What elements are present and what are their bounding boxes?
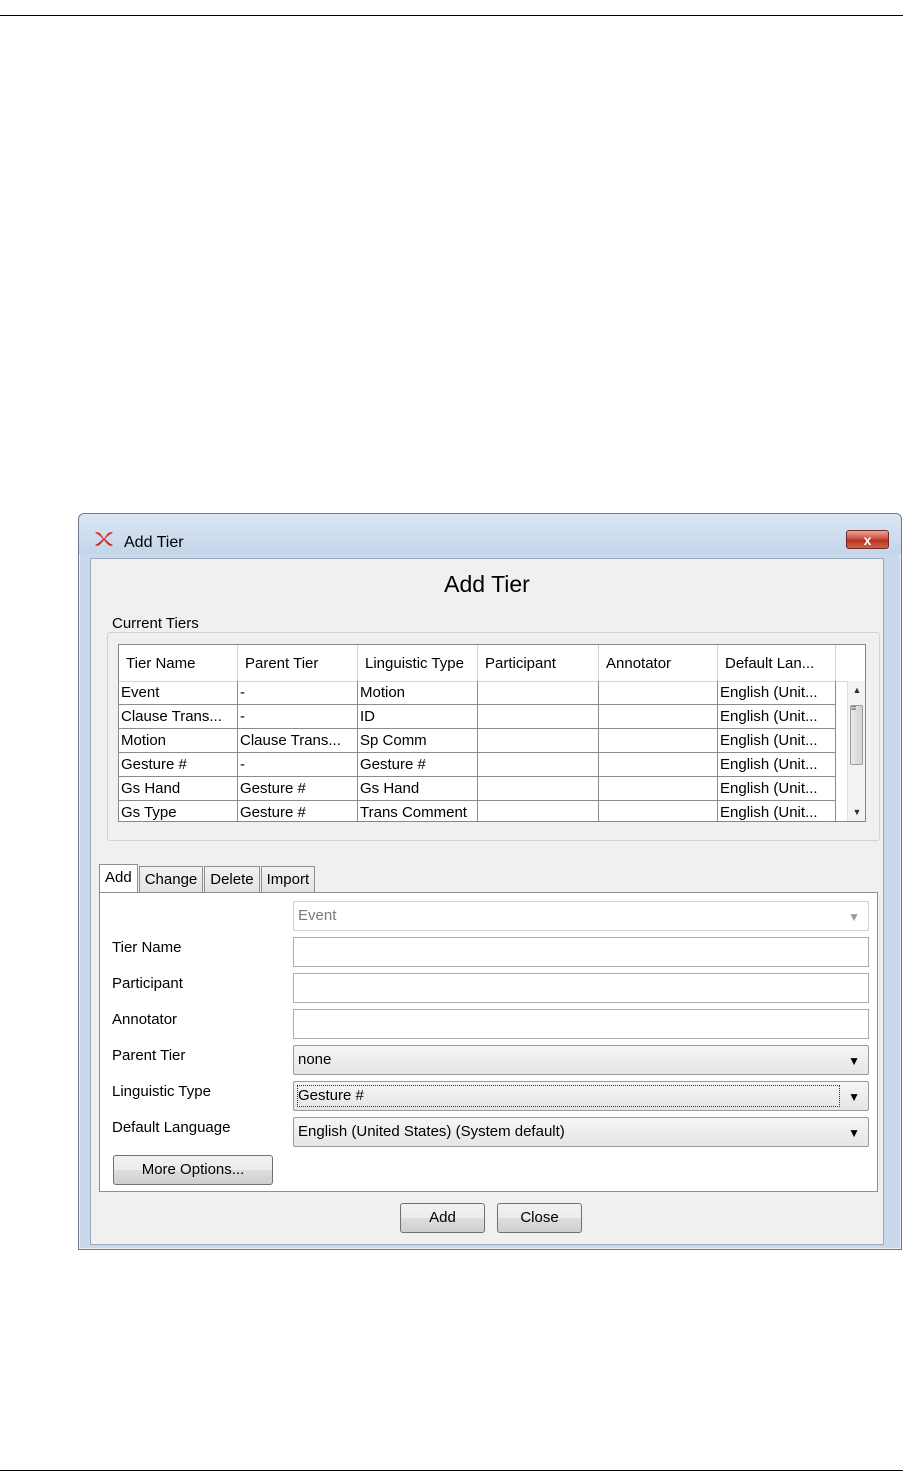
- table-cell[interactable]: Sp Comm: [358, 729, 478, 753]
- page-bottom-rule: [0, 1470, 903, 1471]
- chevron-down-icon: ▼: [848, 1126, 860, 1140]
- table-row[interactable]: Event - Motion English (Unit...: [119, 681, 847, 705]
- tab-delete[interactable]: Delete: [204, 866, 260, 892]
- table-cell[interactable]: [478, 777, 599, 801]
- scroll-up-arrow-icon[interactable]: ▲: [848, 681, 865, 699]
- tier-select-value: Event: [298, 907, 337, 924]
- close-button[interactable]: Close: [497, 1203, 582, 1233]
- chevron-down-icon: ▼: [848, 1090, 860, 1104]
- table-cell[interactable]: -: [238, 705, 358, 729]
- table-cell[interactable]: Trans Comment: [358, 801, 478, 821]
- table-cell[interactable]: [478, 705, 599, 729]
- column-header-linguistic-type[interactable]: Linguistic Type: [358, 645, 478, 681]
- chevron-down-icon: ▼: [848, 1054, 860, 1068]
- focus-ring: [297, 1085, 840, 1107]
- table-cell[interactable]: English (Unit...: [718, 801, 836, 821]
- default-language-label: Default Language: [112, 1119, 231, 1136]
- window-title: Add Tier: [124, 534, 184, 551]
- table-cell[interactable]: Event: [119, 681, 238, 705]
- add-tier-window: Add Tier x Add Tier Current Tiers Tier N…: [78, 513, 902, 1250]
- table-cell[interactable]: Gs Hand: [358, 777, 478, 801]
- annotator-input[interactable]: [293, 1009, 869, 1039]
- table-cell[interactable]: Clause Trans...: [119, 705, 238, 729]
- scroll-thumb[interactable]: [850, 705, 863, 765]
- elan-app-icon: [95, 532, 113, 546]
- default-language-value: English (United States) (System default): [298, 1123, 565, 1140]
- table-cell[interactable]: Gesture #: [119, 753, 238, 777]
- table-vertical-scrollbar[interactable]: ▲ ≡ ▼: [847, 681, 865, 821]
- tier-name-input[interactable]: [293, 937, 869, 967]
- table-row[interactable]: Gs Hand Gesture # Gs Hand English (Unit.…: [119, 777, 847, 801]
- table-cell[interactable]: Clause Trans...: [238, 729, 358, 753]
- column-header-tier-name[interactable]: Tier Name: [119, 645, 238, 681]
- table-cell[interactable]: Gs Type: [119, 801, 238, 821]
- table-cell[interactable]: [478, 681, 599, 705]
- column-header-default-language[interactable]: Default Lan...: [718, 645, 836, 681]
- table-row[interactable]: Clause Trans... - ID English (Unit...: [119, 705, 847, 729]
- default-language-dropdown[interactable]: English (United States) (System default)…: [293, 1117, 869, 1147]
- tab-change[interactable]: Change: [138, 866, 204, 892]
- table-cell[interactable]: English (Unit...: [718, 729, 836, 753]
- table-cell[interactable]: English (Unit...: [718, 681, 836, 705]
- table-cell[interactable]: [599, 801, 718, 821]
- table-cell[interactable]: [478, 801, 599, 821]
- table-cell[interactable]: [478, 729, 599, 753]
- table-cell[interactable]: [599, 777, 718, 801]
- page-top-rule: [0, 15, 903, 16]
- annotator-label: Annotator: [112, 1011, 178, 1028]
- table-cell[interactable]: Gesture #: [358, 753, 478, 777]
- table-cell[interactable]: -: [238, 753, 358, 777]
- header-corner: [836, 645, 865, 681]
- table-cell[interactable]: English (Unit...: [718, 777, 836, 801]
- close-window-button[interactable]: x: [846, 530, 889, 549]
- participant-label: Participant: [112, 975, 183, 992]
- table-cell[interactable]: English (Unit...: [718, 705, 836, 729]
- column-header-parent-tier[interactable]: Parent Tier: [238, 645, 358, 681]
- tab-import[interactable]: Import: [260, 866, 316, 892]
- current-tiers-label: Current Tiers: [110, 615, 201, 632]
- tab-add[interactable]: Add: [99, 864, 138, 893]
- table-cell[interactable]: [599, 729, 718, 753]
- add-tab-panel: Event ▼ Tier Name Participant Annotator …: [99, 892, 878, 1192]
- title-bar[interactable]: Add Tier x: [79, 514, 901, 554]
- scroll-grip-icon: ≡: [851, 703, 857, 713]
- table-row[interactable]: Gesture # - Gesture # English (Unit...: [119, 753, 847, 777]
- table-cell[interactable]: Gs Hand: [119, 777, 238, 801]
- table-body: Event - Motion English (Unit... Clause T…: [119, 681, 847, 821]
- more-options-button[interactable]: More Options...: [113, 1155, 273, 1185]
- table-cell[interactable]: Motion: [119, 729, 238, 753]
- table-row[interactable]: Motion Clause Trans... Sp Comm English (…: [119, 729, 847, 753]
- table-cell[interactable]: Motion: [358, 681, 478, 705]
- table-cell[interactable]: -: [238, 681, 358, 705]
- tier-name-label: Tier Name: [112, 939, 182, 956]
- column-header-participant[interactable]: Participant: [478, 645, 599, 681]
- table-cell[interactable]: ID: [358, 705, 478, 729]
- table-cell[interactable]: English (Unit...: [718, 753, 836, 777]
- add-button[interactable]: Add: [400, 1203, 485, 1233]
- table-cell[interactable]: Gesture #: [238, 801, 358, 821]
- table-cell[interactable]: [599, 753, 718, 777]
- linguistic-type-label: Linguistic Type: [112, 1083, 211, 1100]
- dialog-body: Add Tier Current Tiers Tier Name Parent …: [90, 558, 884, 1245]
- table-row[interactable]: Gs Type Gesture # Trans Comment English …: [119, 801, 847, 821]
- parent-tier-label: Parent Tier: [112, 1047, 186, 1064]
- linguistic-type-dropdown[interactable]: Gesture # ▼: [293, 1081, 869, 1111]
- tier-action-tabs: Add Change Delete Import: [99, 864, 316, 893]
- table-cell[interactable]: Gesture #: [238, 777, 358, 801]
- dialog-heading: Add Tier: [444, 571, 530, 597]
- column-header-annotator[interactable]: Annotator: [599, 645, 718, 681]
- table-cell[interactable]: [599, 705, 718, 729]
- linguistic-type-value: Gesture #: [298, 1087, 364, 1104]
- parent-tier-dropdown[interactable]: none ▼: [293, 1045, 869, 1075]
- scroll-down-arrow-icon[interactable]: ▼: [848, 803, 865, 821]
- current-tiers-table[interactable]: Tier Name Parent Tier Linguistic Type Pa…: [118, 644, 866, 822]
- table-cell[interactable]: [599, 681, 718, 705]
- table-cell[interactable]: [478, 753, 599, 777]
- chevron-down-icon: ▼: [848, 910, 860, 924]
- table-header: Tier Name Parent Tier Linguistic Type Pa…: [119, 645, 865, 682]
- tier-select: Event ▼: [293, 901, 869, 931]
- parent-tier-value: none: [298, 1051, 332, 1068]
- participant-input[interactable]: [293, 973, 869, 1003]
